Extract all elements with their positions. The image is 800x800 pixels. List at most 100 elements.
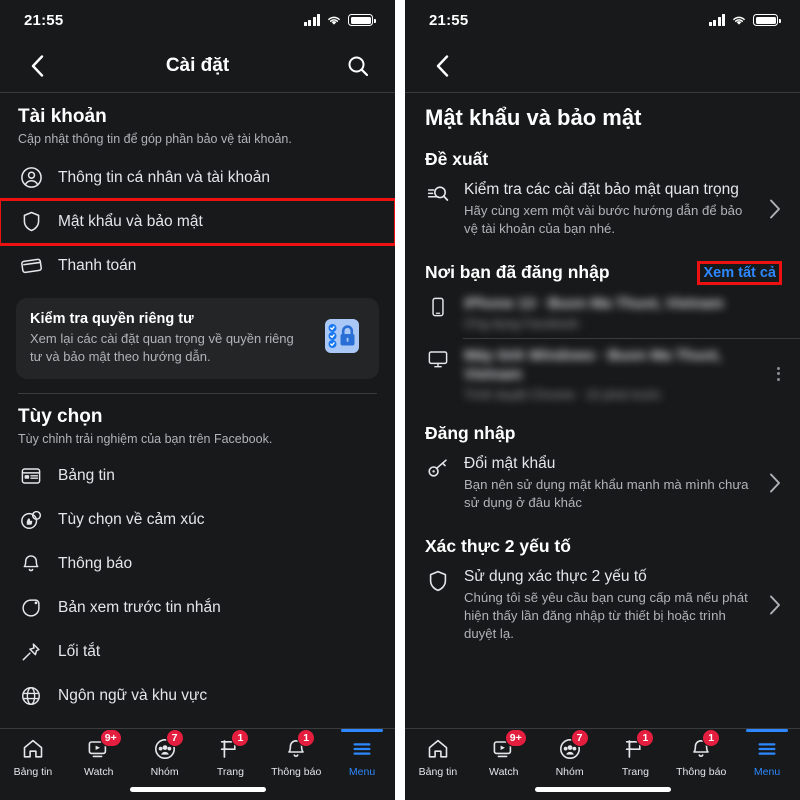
back-button[interactable]	[427, 51, 457, 81]
reactions-icon	[18, 507, 44, 533]
battery-full-icon	[348, 14, 376, 26]
privacy-checkup-description: Xem lại các cài đặt quan trọng về quyền …	[30, 330, 294, 364]
privacy-checkup-card[interactable]: Kiểm tra quyền riêng tư Xem lại các cài …	[16, 297, 379, 379]
hamburger-menu-icon	[350, 736, 374, 762]
mobile-phone-icon	[425, 294, 451, 318]
status-bar: 21:55	[0, 0, 395, 40]
tab-watch[interactable]: 9+ Watch	[471, 729, 537, 778]
two-factor-section-title: Xác thực 2 yếu tố	[425, 536, 571, 557]
security-checkup-item[interactable]: Kiểm tra các cài đặt bảo mật quan trọng …	[405, 174, 800, 248]
sidebar-item-label: Thông báo	[58, 554, 133, 572]
bell-icon: 1	[689, 729, 721, 762]
tab-label: Watch	[84, 766, 114, 778]
sessions-section-header: Nơi bạn đã đăng nhập Xem tất cả	[405, 248, 800, 287]
tab-menu[interactable]: Menu	[734, 729, 800, 778]
left-content: Tài khoản Cập nhật thông tin để góp phần…	[0, 93, 395, 728]
right-content: Mật khẩu và bảo mật Đề xuất Kiểm tra các…	[405, 93, 800, 728]
tab-label: Nhóm	[150, 766, 179, 778]
left-phone-screen: 21:55 Cài đặt Tài khoản Cập nhật thông t…	[0, 0, 395, 800]
sidebar-item-language-region[interactable]: Ngôn ngữ và khu vực	[0, 674, 395, 718]
shield-icon	[425, 567, 451, 593]
status-time: 21:55	[429, 11, 469, 29]
home-icon	[21, 736, 45, 762]
battery-full-icon	[753, 14, 781, 26]
preferences-section-subtitle: Tùy chỉnh trải nghiệm của bạn trên Faceb…	[18, 431, 273, 446]
tab-pages[interactable]: 1 Trang	[602, 729, 668, 778]
tab-badge: 7	[570, 729, 589, 747]
account-section-title: Tài khoản	[18, 106, 107, 127]
tab-menu[interactable]: Menu	[329, 729, 395, 778]
tab-label: Bảng tin	[418, 766, 458, 778]
privacy-checklist-lock-icon	[319, 313, 365, 364]
session-device-details: iPhone 13 · Buon Ma Thuot, Vietnam Ứng d…	[464, 294, 786, 331]
page-title: Cài đặt	[165, 55, 230, 76]
session-device-details: Máy tính Windows · Buon Ma Thuot, Vietna…	[464, 346, 757, 402]
session-device-row[interactable]: Máy tính Windows · Buon Ma Thuot, Vietna…	[405, 339, 800, 409]
credit-card-icon	[18, 253, 44, 279]
sidebar-item-label: Mật khẩu và bảo mật	[58, 212, 203, 230]
pages-flag-icon: 1	[623, 729, 655, 762]
tab-groups[interactable]: 7 Nhóm	[537, 729, 603, 778]
sidebar-item-label: Thông tin cá nhân và tài khoản	[58, 168, 270, 186]
wifi-icon	[733, 16, 745, 25]
sidebar-item-message-preview[interactable]: Bản xem trước tin nhắn	[0, 586, 395, 630]
sidebar-item-personal-info[interactable]: Thông tin cá nhân và tài khoản	[0, 156, 395, 200]
session-device-meta: Ứng dụng Facebook ·	[464, 316, 586, 331]
change-password-item[interactable]: Đổi mật khẩu Bạn nên sử dụng mật khẩu mạ…	[405, 448, 800, 522]
sidebar-item-shortcuts[interactable]: Lối tắt	[0, 630, 395, 674]
sidebar-item-label: Tùy chọn về cảm xúc	[58, 510, 205, 528]
tab-label: Nhóm	[555, 766, 584, 778]
tab-badge: 1	[702, 729, 721, 747]
bell-icon	[18, 551, 44, 577]
tab-newsfeed[interactable]: Bảng tin	[405, 736, 471, 778]
search-icon[interactable]	[343, 51, 373, 81]
status-time: 21:55	[24, 11, 64, 29]
session-device-row[interactable]: iPhone 13 · Buon Ma Thuot, Vietnam Ứng d…	[405, 287, 800, 338]
sidebar-item-label: Ngôn ngữ và khu vực	[58, 686, 208, 704]
see-all-link[interactable]: Xem tất cả	[697, 260, 782, 285]
desktop-monitor-icon	[425, 346, 451, 370]
sidebar-item-label: Thanh toán	[58, 256, 137, 274]
newsfeed-icon	[18, 463, 44, 489]
privacy-checkup-title: Kiểm tra quyền riêng tư	[30, 310, 194, 327]
sessions-section-title: Nơi bạn đã đăng nhập	[425, 262, 610, 283]
sidebar-item-label: Lối tắt	[58, 642, 101, 660]
tab-notifications[interactable]: 1 Thông báo	[668, 729, 734, 778]
message-preview-icon	[18, 595, 44, 621]
left-nav-bar: Cài đặt	[0, 40, 395, 92]
home-icon	[426, 736, 450, 762]
right-phone-screen: 21:55 Mật khẩu và bảo mật Đề xuất Kiểm t…	[405, 0, 800, 800]
sidebar-item-payments[interactable]: Thanh toán	[0, 244, 395, 288]
wifi-icon	[328, 16, 340, 25]
sidebar-item-reactions[interactable]: Tùy chọn về cảm xúc	[0, 498, 395, 542]
tab-label: Bảng tin	[13, 766, 53, 778]
three-dots-icon[interactable]	[770, 366, 786, 381]
tab-pages[interactable]: 1 Trang	[197, 729, 263, 778]
tab-groups[interactable]: 7 Nhóm	[132, 729, 198, 778]
item-title: Đổi mật khẩu	[464, 454, 556, 472]
tab-newsfeed[interactable]: Bảng tin	[0, 736, 66, 778]
tab-label: Thông báo	[271, 766, 322, 778]
sidebar-item-label: Bản xem trước tin nhắn	[58, 598, 221, 616]
tab-label: Menu	[753, 766, 781, 778]
back-button[interactable]	[22, 51, 52, 81]
tab-watch[interactable]: 9+ Watch	[66, 729, 132, 778]
account-section-header: Tài khoản Cập nhật thông tin để góp phần…	[0, 93, 395, 148]
pages-flag-icon: 1	[218, 729, 250, 762]
sidebar-item-password-security[interactable]: Mật khẩu và bảo mật	[0, 197, 395, 246]
sidebar-item-notifications[interactable]: Thông báo	[0, 542, 395, 586]
watch-video-icon: 9+	[492, 729, 527, 762]
suggestions-section-title: Đề xuất	[425, 149, 489, 169]
item-description: Hãy cùng xem một vài bước hướng dẫn để b…	[464, 202, 743, 237]
account-section-subtitle: Cập nhật thông tin để góp phần bảo vệ tà…	[18, 132, 292, 146]
tab-badge: 7	[165, 729, 184, 747]
tab-badge: 9+	[504, 729, 527, 747]
preferences-section-header: Tùy chọn Tùy chỉnh trải nghiệm của bạn t…	[0, 394, 395, 448]
sidebar-item-newsfeed[interactable]: Bảng tin	[0, 454, 395, 498]
tab-label: Trang	[216, 766, 244, 778]
tab-label: Menu	[348, 766, 376, 778]
tab-notifications[interactable]: 1 Thông báo	[263, 729, 329, 778]
chevron-right-icon	[764, 199, 786, 219]
two-factor-auth-item[interactable]: Sử dụng xác thực 2 yếu tố Chúng tôi sẽ y…	[405, 561, 800, 653]
right-nav-bar	[405, 40, 800, 92]
